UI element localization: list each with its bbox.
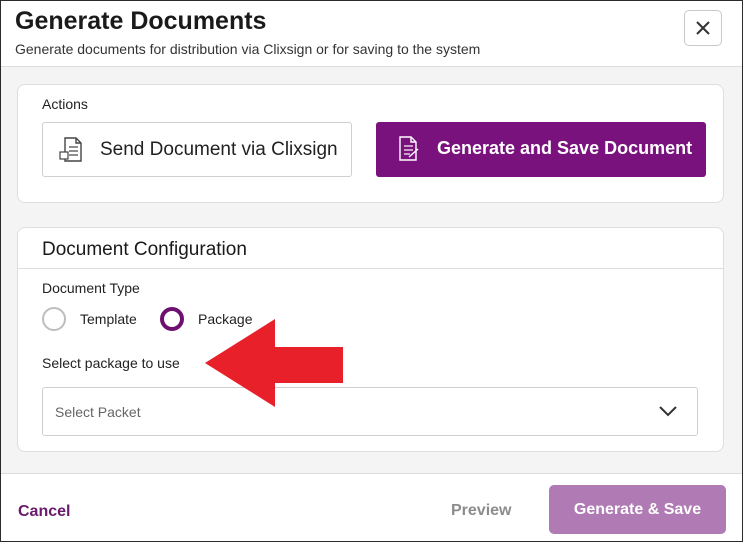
radio-template[interactable]	[42, 307, 66, 331]
radio-template-label[interactable]: Template	[80, 311, 137, 327]
modal-header: Generate Documents Generate documents fo…	[1, 1, 742, 67]
modal-title: Generate Documents	[15, 7, 267, 35]
document-configuration-card: Document Configuration Document Type Tem…	[17, 227, 724, 452]
close-button[interactable]	[684, 10, 722, 46]
generate-button-label: Generate and Save Document	[437, 138, 693, 158]
generate-and-save-document-button[interactable]: Generate and Save Document	[376, 122, 706, 177]
modal-subtitle: Generate documents for distribution via …	[15, 41, 481, 57]
select-package-label: Select package to use	[42, 355, 180, 371]
close-icon	[696, 21, 710, 35]
actions-card: Actions Send Document via Clixsign Gener…	[17, 84, 724, 203]
send-via-clixsign-button[interactable]: Send Document via Clixsign	[42, 122, 352, 177]
send-button-label: Send Document via Clixsign	[100, 139, 338, 160]
config-title: Document Configuration	[42, 239, 247, 260]
red-arrow-annotation	[205, 319, 343, 407]
select-packet-placeholder: Select Packet	[55, 404, 141, 420]
radio-package[interactable]	[160, 307, 184, 331]
document-icon	[399, 136, 419, 161]
chevron-down-icon	[659, 406, 677, 417]
document-type-label: Document Type	[42, 280, 140, 296]
generate-documents-modal: Generate Documents Generate documents fo…	[0, 0, 743, 542]
modal-footer: Cancel Preview Generate & Save	[1, 473, 742, 541]
cancel-button[interactable]: Cancel	[18, 503, 70, 521]
generate-and-save-button[interactable]: Generate & Save	[549, 485, 726, 534]
document-icon	[59, 137, 82, 162]
config-divider	[18, 268, 723, 269]
actions-label: Actions	[42, 96, 88, 112]
select-packet-dropdown[interactable]: Select Packet	[42, 387, 698, 436]
preview-button[interactable]: Preview	[451, 502, 511, 520]
